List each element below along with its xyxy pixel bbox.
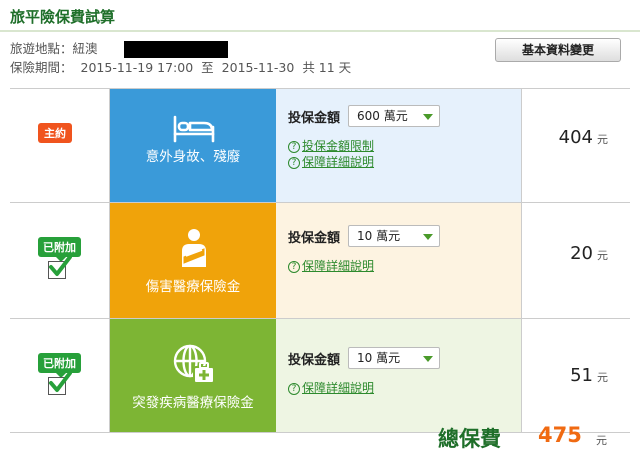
row-status-cell: 已附加 [10,319,110,432]
period-end: 2015-11-30 [221,60,295,75]
premium-cell: 51 元 [522,319,630,432]
amount-label: 投保金額 [288,353,341,368]
caret-down-icon [423,234,433,240]
period-label: 保險期間： [10,60,73,75]
premium-amount: 404 元 [558,127,608,148]
coverage-icon-cell: 意外身故、殘廢 [110,89,276,202]
add-rider-checkbox[interactable] [48,371,72,395]
title-divider [0,30,640,32]
question-icon: ? [288,261,300,273]
amount-label: 投保金額 [288,231,341,246]
destination-info: 旅遊地點：紐澳 [10,38,228,58]
question-icon: ? [288,157,300,169]
checkmark-icon [49,255,72,276]
add-rider-checkbox[interactable] [48,255,72,279]
premium-amount: 51 元 [570,365,608,386]
basic-info-change-button[interactable]: 基本資料變更 [495,38,621,62]
amount-select[interactable]: 600 萬元 [348,105,440,127]
row-status-cell: 已附加 [10,203,110,318]
total-premium-label: 總保費 [438,427,501,451]
amount-select-value: 10 萬元 [357,229,401,243]
period-to: 至 [201,60,214,75]
coverage-name: 意外身故、殘廢 [145,149,241,165]
premium-cell: 20 元 [522,203,630,318]
redacted-block [123,41,228,58]
globe-medical-icon [173,344,215,384]
coverage-icon-cell: 突發疾病醫療保險金 [110,319,276,432]
destination-label: 旅遊地點：紐澳 [10,41,98,56]
total-premium-unit: 元 [596,434,607,447]
amount-select-value: 10 萬元 [357,351,401,365]
amount-limit-link[interactable]: ? 投保金額限制 [288,137,374,154]
injured-person-icon [182,229,206,267]
coverage-details-link[interactable]: ? 保障詳細說明 [288,153,374,170]
caret-down-icon [423,356,433,362]
amount-select-value: 600 萬元 [357,109,408,123]
coverage-row-accident: 主約 意外身故、殘廢 投保金額 600 萬元 ? 投保金額限制 ? 保障詳細說明 4… [10,89,630,203]
main-contract-badge: 主約 [38,123,72,143]
amount-label: 投保金額 [288,111,341,126]
coverage-name: 傷害醫療保險金 [145,279,241,295]
amount-select[interactable]: 10 萬元 [348,225,440,247]
checkmark-icon [49,371,72,392]
total-premium-value: 475 [538,423,582,447]
coverage-row-injury-medical: 已附加 傷害醫療保險金 投保金額 10 萬元 ? 保障詳細說明 20 元 [10,203,630,319]
period-start: 2015-11-19 17:00 [80,60,194,75]
row-status-cell: 主約 [10,89,110,202]
page-title: 旅平險保費試算 [10,8,116,26]
period-info: 保險期間： 2015-11-19 17:00 至 2015-11-30 共 11 天 [10,57,359,76]
coverage-options-cell: 投保金額 600 萬元 ? 投保金額限制 ? 保障詳細說明 [276,89,522,202]
question-icon: ? [288,141,300,153]
premium-amount: 20 元 [570,243,608,264]
period-days: 共 11 天 [302,60,352,75]
premium-cell: 404 元 [522,89,630,202]
coverage-options-cell: 投保金額 10 萬元 ? 保障詳細說明 [276,203,522,318]
question-icon: ? [288,383,300,395]
coverage-table: 主約 意外身故、殘廢 投保金額 600 萬元 ? 投保金額限制 ? 保障詳細說明 4… [10,88,630,433]
coverage-options-cell: 投保金額 10 萬元 ? 保障詳細說明 [276,319,522,432]
bed-icon [173,115,215,143]
coverage-details-link[interactable]: ? 保障詳細說明 [288,379,374,396]
coverage-name: 突發疾病醫療保險金 [132,395,254,411]
coverage-icon-cell: 傷害醫療保險金 [110,203,276,318]
coverage-details-link[interactable]: ? 保障詳細說明 [288,257,374,274]
amount-select[interactable]: 10 萬元 [348,347,440,369]
caret-down-icon [423,114,433,120]
coverage-row-illness-medical: 已附加 突發疾病醫療保險金 投保金額 10 萬元 ? 保障詳細說明 51 元 [10,319,630,433]
